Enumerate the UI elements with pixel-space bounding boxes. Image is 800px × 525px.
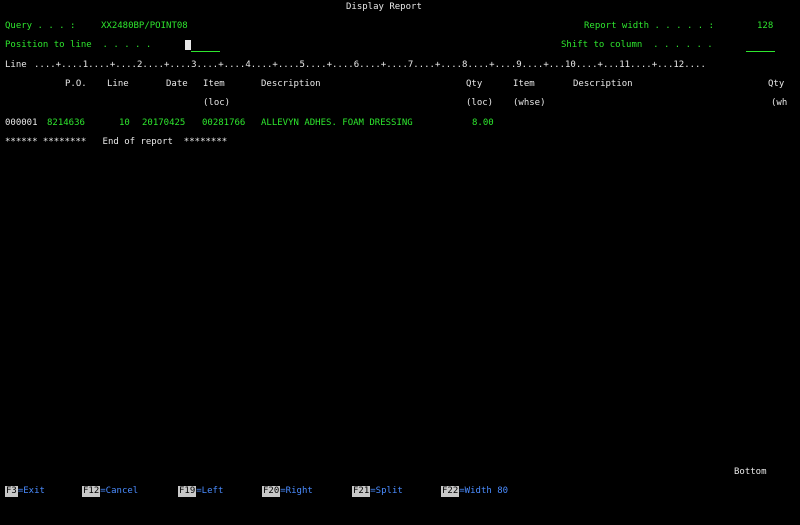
- f21-split-key[interactable]: F21 =Split: [352, 486, 403, 497]
- fkey-label: F20: [262, 486, 281, 497]
- fkey-action: =Right: [280, 486, 313, 496]
- report-width-label: Report width . . . . . :: [584, 21, 715, 31]
- fkey-action: =Exit: [17, 486, 45, 496]
- row-po: 8214636: [47, 118, 85, 128]
- col-description: Description: [261, 79, 321, 89]
- bottom-indicator: Bottom: [734, 467, 767, 477]
- position-label: Position to line . . . . .: [5, 40, 152, 50]
- fkey-action: =Split: [370, 486, 403, 496]
- fkey-label: F21: [352, 486, 371, 497]
- text-cursor: [185, 40, 191, 50]
- query-value: XX2480BP/POINT08: [101, 21, 188, 31]
- fkey-label: F12: [82, 486, 101, 497]
- fkey-action: =Left: [196, 486, 224, 496]
- f22-width-key[interactable]: F22 =Width 80: [441, 486, 508, 497]
- col-item: Item: [203, 79, 225, 89]
- col-qty-2-sub: (wh: [771, 98, 788, 108]
- col-description-2: Description: [573, 79, 633, 89]
- col-po: P.O.: [65, 79, 87, 89]
- query-label: Query . . . :: [5, 21, 76, 31]
- screen-title: Display Report: [346, 2, 422, 12]
- shift-label: Shift to column . . . . . .: [561, 40, 713, 50]
- row-item: 00281766: [202, 118, 246, 128]
- row-qty: 8.00: [472, 118, 494, 128]
- f20-right-key[interactable]: F20 =Right: [262, 486, 313, 497]
- col-qty-sub: (loc): [466, 98, 494, 108]
- col-item-whse-sub: (whse): [513, 98, 546, 108]
- row-description: ALLEVYN ADHES. FOAM DRESSING: [261, 118, 413, 128]
- fkey-label: F22: [441, 486, 460, 497]
- end-of-report: ****** ******** End of report ********: [5, 137, 228, 147]
- col-date: Date: [166, 79, 188, 89]
- ruler-scale: ....+....1....+....2....+....3....+....4…: [34, 60, 706, 70]
- shift-to-column-input[interactable]: [746, 51, 775, 52]
- col-qty: Qty: [466, 79, 483, 89]
- report-width-value: 128: [757, 21, 774, 31]
- fkey-label: F19: [178, 486, 197, 497]
- f12-cancel-key[interactable]: F12 =Cancel: [82, 486, 138, 497]
- f3-exit-key[interactable]: F3 =Exit: [5, 486, 45, 497]
- col-item-whse: Item: [513, 79, 535, 89]
- row-date: 20170425: [142, 118, 186, 128]
- fkey-label: F3: [5, 486, 18, 497]
- position-to-line-input[interactable]: [191, 51, 220, 52]
- fkey-action: =Cancel: [100, 486, 139, 496]
- fkey-action: =Width 80: [459, 486, 509, 496]
- row-line: 10: [119, 118, 130, 128]
- col-item-sub: (loc): [203, 98, 231, 108]
- f19-left-key[interactable]: F19 =Left: [178, 486, 223, 497]
- row-seq: 000001: [5, 118, 38, 128]
- col-line: Line: [107, 79, 129, 89]
- col-qty-2: Qty: [768, 79, 785, 89]
- ruler-label: Line: [5, 60, 27, 70]
